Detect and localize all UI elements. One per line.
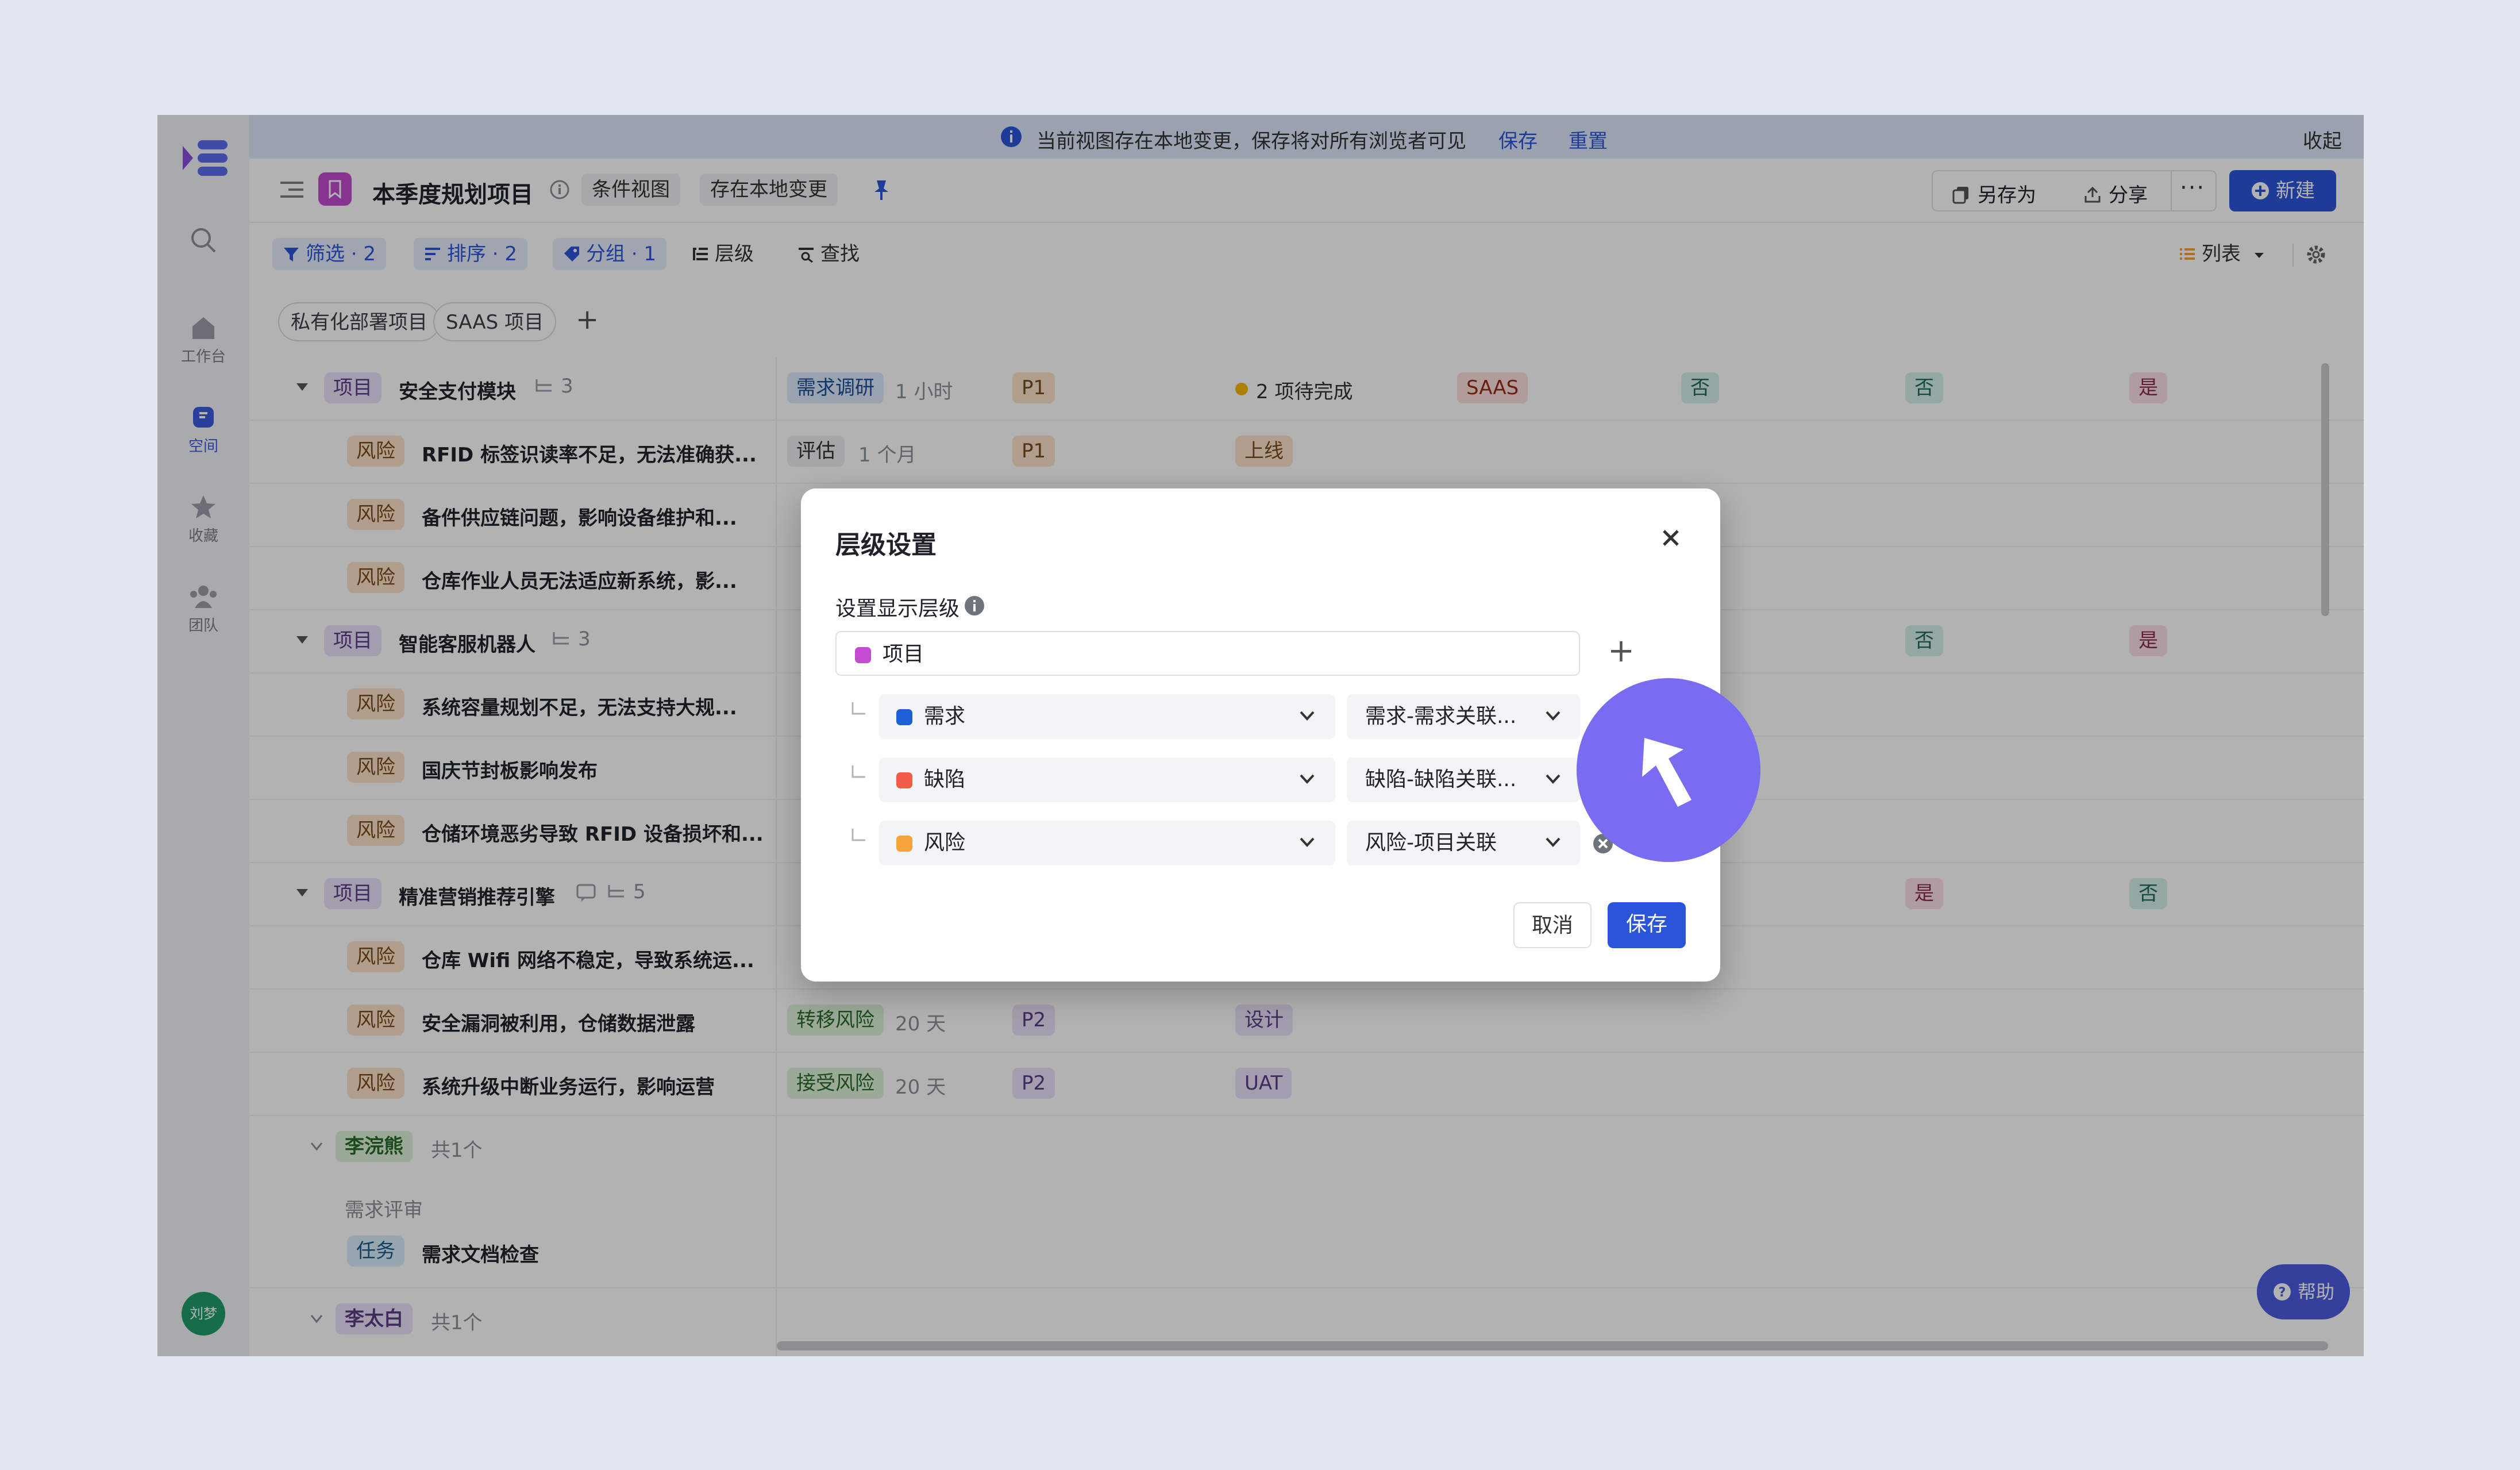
chevron-down-icon [1300,837,1315,847]
level-color-dot [896,772,912,788]
relation-select[interactable]: 需求-需求关联... [1347,694,1580,739]
hierarchy-settings-dialog: 层级设置 设置显示层级 项目 + 需求 需求-需求关联... 缺陷 缺陷-缺陷关… [801,488,1760,982]
chevron-down-icon [1546,774,1560,784]
relation-select[interactable]: 风险-项目关联 [1347,821,1580,865]
tree-branch-icon [851,765,865,778]
cursor-arrow-icon [1642,738,1691,807]
chevron-down-icon [1300,711,1315,721]
cursor-highlight [1577,678,1760,862]
cancel-button[interactable]: 取消 [1513,902,1592,948]
tree-branch-icon [851,829,865,841]
tree-branch-icon [851,702,865,715]
save-button[interactable]: 保存 [1608,902,1686,948]
top-level-select[interactable]: 项目 [835,631,1580,676]
chevron-down-icon [1300,774,1315,784]
dialog-title: 层级设置 [835,530,937,560]
relation-select[interactable]: 缺陷-缺陷关联... [1347,757,1580,802]
level-type-select[interactable]: 风险 [879,821,1335,865]
level-label: 设置显示层级 [835,597,960,621]
level-color-dot [896,709,912,725]
level-color-dot [896,836,912,852]
chevron-down-icon [1546,837,1560,847]
level-color-dot [855,647,871,663]
chevron-down-icon [1546,711,1560,721]
app-window: 工作台 空间 收藏 团队 刘梦 当前视图存在本地变更，保存将对所有浏览者可见 保… [157,115,2364,1356]
add-level-icon[interactable]: + [1608,632,1635,669]
level-type-select[interactable]: 需求 [879,694,1335,739]
close-icon[interactable] [1660,528,1681,548]
level-type-select[interactable]: 缺陷 [879,757,1335,802]
info-icon[interactable] [963,594,986,617]
